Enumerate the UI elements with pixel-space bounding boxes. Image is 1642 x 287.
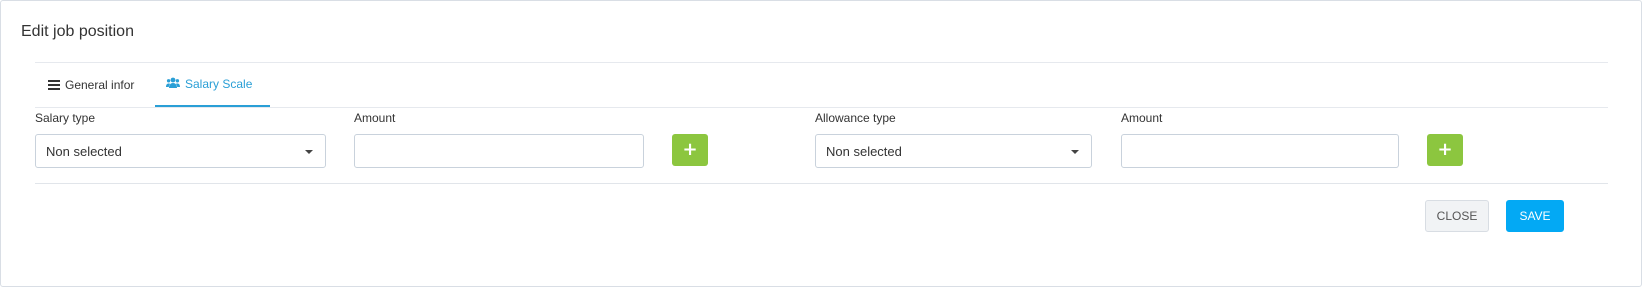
tab-general-infor[interactable]: General infor — [48, 63, 134, 107]
plus-icon: + — [682, 139, 698, 160]
allowance-type-select[interactable]: Non selected — [815, 134, 1092, 168]
allowance-amount-label: Amount — [1121, 111, 1163, 125]
footer-divider — [35, 183, 1608, 184]
salary-amount-input[interactable] — [354, 134, 644, 168]
list-icon — [48, 80, 60, 90]
edit-job-position-dialog: Edit job position General infor Salary S… — [0, 0, 1642, 287]
salary-amount-label: Amount — [354, 111, 396, 125]
allowance-type-value: Non selected — [826, 143, 902, 159]
tab-bar: General infor Salary Scale — [35, 63, 1608, 108]
tab-general-infor-label: General infor — [65, 78, 135, 92]
dialog-title: Edit job position — [21, 23, 134, 40]
salary-type-value: Non selected — [46, 143, 122, 159]
salary-type-label: Salary type — [35, 111, 96, 125]
chevron-down-icon — [1071, 150, 1079, 154]
tab-salary-scale[interactable]: Salary Scale — [155, 63, 270, 107]
plus-icon: + — [1437, 139, 1453, 160]
users-icon — [166, 77, 180, 91]
allowance-type-label: Allowance type — [815, 111, 896, 125]
add-salary-button[interactable]: + — [672, 134, 708, 166]
allowance-amount-input[interactable] — [1121, 134, 1399, 168]
close-button[interactable]: CLOSE — [1425, 200, 1489, 232]
chevron-down-icon — [305, 150, 313, 154]
tab-salary-scale-label: Salary Scale — [185, 77, 253, 91]
add-allowance-button[interactable]: + — [1427, 134, 1463, 166]
salary-type-select[interactable]: Non selected — [35, 134, 326, 168]
save-button[interactable]: SAVE — [1506, 200, 1564, 232]
